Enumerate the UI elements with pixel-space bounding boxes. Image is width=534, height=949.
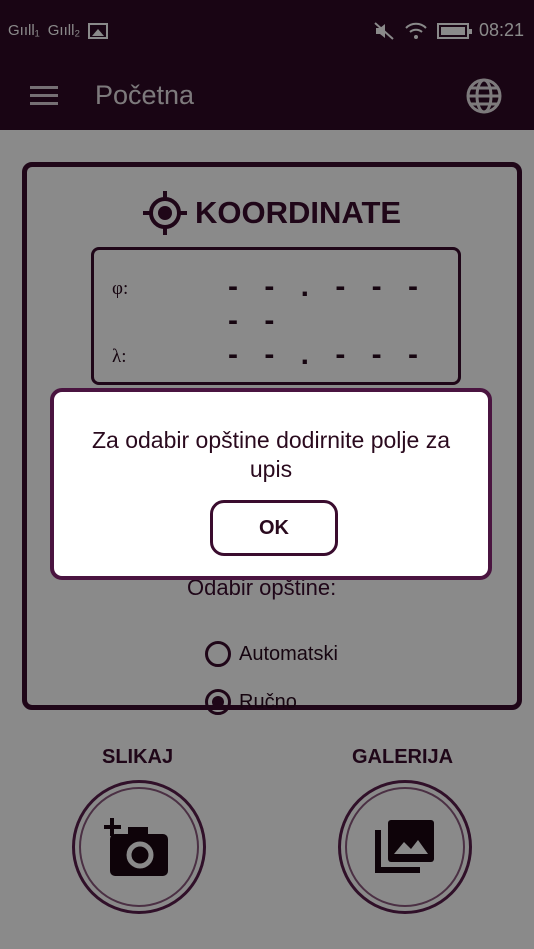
info-dialog: Za odabir opštine dodirnite polje za upi… [50,388,492,580]
ok-button[interactable]: OK [210,500,338,556]
dialog-message: Za odabir opštine dodirnite polje za upi… [91,427,450,482]
